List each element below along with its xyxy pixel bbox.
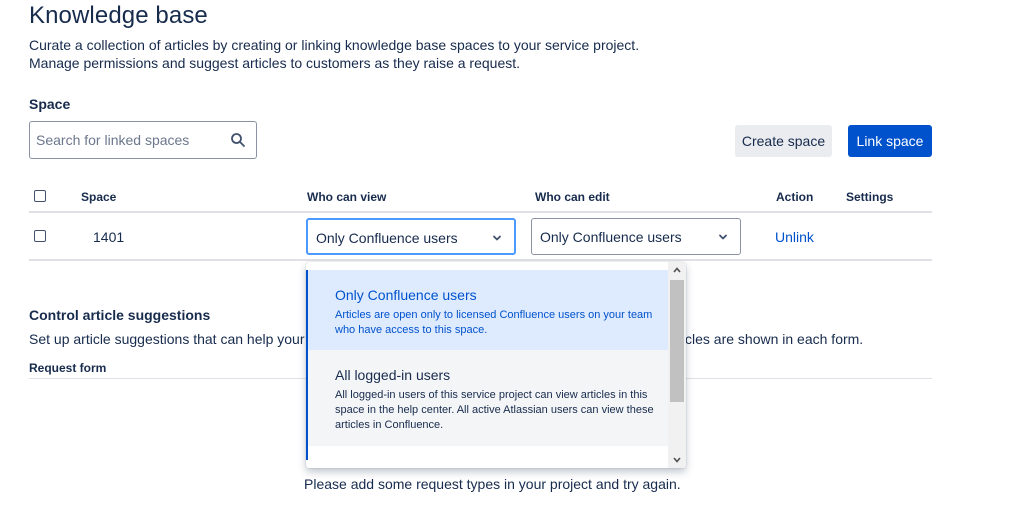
menu-option-description: All logged-in users of this service proj… [335,389,654,431]
unlink-link[interactable]: Unlink [775,229,814,245]
menu-option-description: Articles are open only to licensed Confl… [335,309,653,336]
column-header-space: Space [81,190,117,204]
create-space-button[interactable]: Create space [735,125,832,157]
row-checkbox[interactable] [34,230,46,242]
page-description-line1: Curate a collection of articles by creat… [29,37,640,53]
who-can-view-value: Only Confluence users [316,230,458,246]
chevron-down-icon [493,235,501,241]
menu-option-title: Only Confluence users [335,287,477,303]
who-can-view-select[interactable]: Only Confluence users [306,218,516,255]
column-header-action: Action [776,190,814,204]
menu-option-partial[interactable] [306,446,668,460]
column-header-who-can-view: Who can view [307,190,387,204]
chevron-down-icon[interactable] [672,456,682,464]
search-icon[interactable] [230,132,246,148]
column-header-settings: Settings [846,190,894,204]
scrollbar-thumb[interactable] [670,280,684,402]
space-name: 1401 [93,229,125,245]
page-description-line2: Manage permissions and suggest articles … [29,55,521,71]
column-header-request-form: Request form [29,361,107,375]
who-can-edit-select[interactable]: Only Confluence users [531,218,741,255]
article-suggestions-title: Control article suggestions [29,307,211,323]
chevron-up-icon[interactable] [672,266,682,274]
empty-state-message: Please add some request types in your pr… [304,476,681,492]
who-can-edit-value: Only Confluence users [540,229,682,245]
select-all-checkbox[interactable] [34,190,46,202]
search-input[interactable] [36,129,216,151]
menu-option-only-confluence-users[interactable]: Only Confluence users Articles are open … [306,270,668,350]
column-header-who-can-edit: Who can edit [535,190,610,204]
table-row-divider [29,259,932,261]
article-suggestions-description: Set up article suggestions that can help… [29,331,324,347]
search-field[interactable] [29,121,257,159]
menu-option-title: All logged-in users [335,367,451,383]
table-header-divider [29,211,932,213]
link-space-button[interactable]: Link space [848,125,932,157]
menu-option-all-logged-in-users[interactable]: All logged-in users All logged-in users … [306,350,668,446]
space-section-label: Space [29,96,71,112]
article-suggestions-description-tail: ticles are shown in each form. [678,331,864,347]
page-title: Knowledge base [29,2,208,29]
chevron-down-icon [719,234,727,240]
who-can-view-menu[interactable]: Only Confluence users Articles are open … [306,262,686,468]
menu-scrollbar[interactable] [668,262,686,468]
